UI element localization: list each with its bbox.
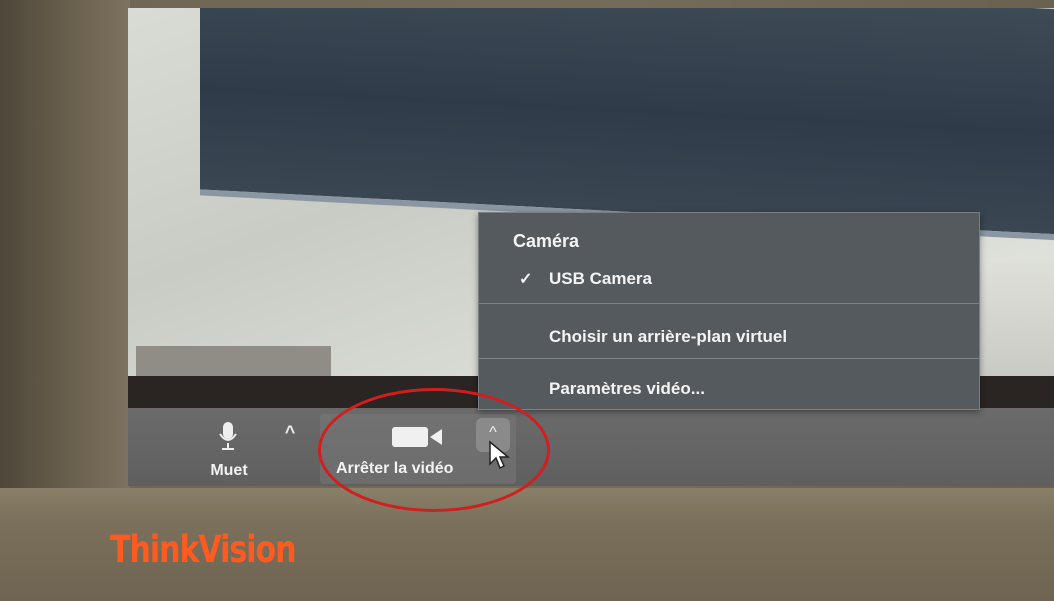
menu-item-virtual-background[interactable]: Choisir un arrière-plan virtuel: [479, 317, 979, 357]
menu-item-label: Choisir un arrière-plan virtuel: [549, 327, 788, 346]
camera-menu-header: Caméra: [513, 231, 580, 251]
meeting-toolbar: Muet ^ Arrêter la vidéo ^: [128, 408, 1054, 486]
check-icon: ✓: [519, 271, 533, 288]
photo-frame: ThinkVision Muet ^ Arrêter la vidéo ^ Ca…: [0, 0, 1054, 601]
menu-separator: [479, 358, 979, 359]
camera-menu: Caméra ✓ USB Camera Choisir un arrière-p…: [478, 212, 980, 410]
microphone-icon: [219, 422, 237, 450]
menu-item-label: USB Camera: [549, 269, 652, 288]
menu-item-video-settings[interactable]: Paramètres vidéo...: [479, 369, 979, 409]
menu-item-usb-camera[interactable]: ✓ USB Camera: [479, 259, 979, 299]
mute-button[interactable]: Muet: [194, 418, 264, 482]
menu-item-label: Paramètres vidéo...: [549, 379, 705, 398]
audio-options-caret[interactable]: ^: [280, 422, 300, 442]
menu-separator: [479, 303, 979, 304]
red-annotation-ellipse: [318, 388, 550, 512]
monitor-bezel-left: [0, 0, 130, 500]
mute-label: Muet: [210, 462, 248, 479]
video-background-object: [200, 8, 1054, 243]
monitor-screen: Muet ^ Arrêter la vidéo ^ Caméra ✓ USB C…: [128, 8, 1054, 486]
video-edge: [136, 346, 331, 376]
brand-logo: ThinkVision: [110, 528, 296, 572]
